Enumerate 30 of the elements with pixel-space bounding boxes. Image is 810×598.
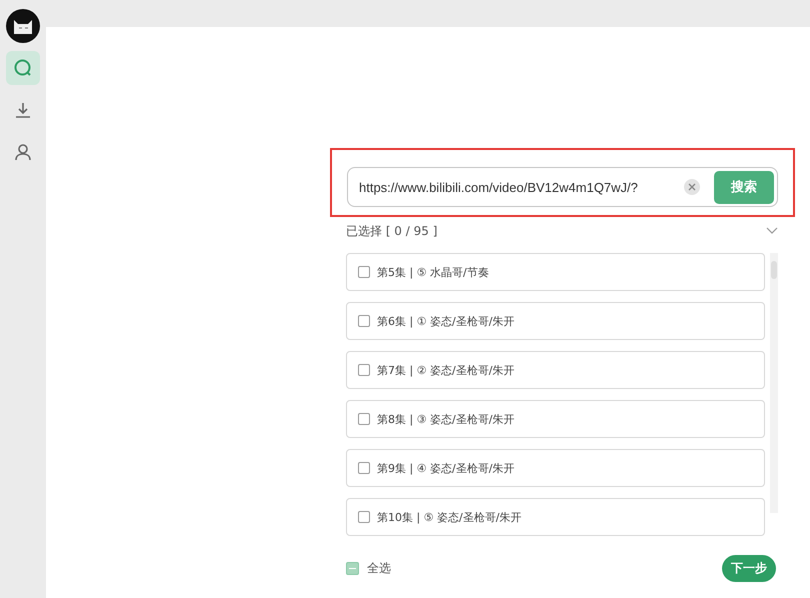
episode-item[interactable]: 第8集 | ③ 姿态/圣枪哥/朱开: [346, 400, 765, 438]
clear-icon[interactable]: [684, 179, 700, 195]
checkbox[interactable]: [358, 315, 370, 327]
episode-title: 第7集 | ② 姿态/圣枪哥/朱开: [377, 362, 514, 378]
episode-title: 第5集 | ⑤ 水晶哥/节奏: [377, 264, 489, 280]
url-field[interactable]: https://www.bilibili.com/video/BV12w4m1Q7wJ/? 搜索: [347, 167, 778, 207]
select-all-checkbox[interactable]: [346, 562, 359, 575]
checkbox[interactable]: [358, 413, 370, 425]
checkbox[interactable]: [358, 462, 370, 474]
user-icon: [14, 143, 32, 161]
checkbox[interactable]: [358, 511, 370, 523]
episode-title: 第9集 | ④ 姿态/圣枪哥/朱开: [377, 460, 514, 476]
checkbox[interactable]: [358, 364, 370, 376]
episode-item[interactable]: 第9集 | ④ 姿态/圣枪哥/朱开: [346, 449, 765, 487]
episode-item[interactable]: 第7集 | ② 姿态/圣枪哥/朱开: [346, 351, 765, 389]
chevron-icon[interactable]: [766, 227, 778, 235]
scrollbar-thumb[interactable]: [771, 261, 777, 279]
episode-item[interactable]: 第10集 | ⑤ 姿态/圣枪哥/朱开: [346, 498, 765, 536]
episode-title: 第8集 | ③ 姿态/圣枪哥/朱开: [377, 412, 514, 426]
download-icon: [14, 101, 32, 119]
search-icon: [13, 58, 33, 78]
episode-item[interactable]: 第5集 | ⑤ 水晶哥/节奏: [346, 253, 765, 291]
episode-title: 第10集 | ⑤ 姿态/圣枪哥/朱开: [377, 510, 522, 524]
sidebar-item[interactable]: [6, 51, 40, 85]
episode-title: 第6集 | ① 姿态/圣枪哥/朱开: [377, 314, 514, 328]
checkbox[interactable]: [358, 266, 370, 278]
selection-count: 已选择 [ 0 / 95 ]: [346, 222, 438, 240]
cat-logo-icon: [6, 9, 40, 43]
select-all-label: 全选: [367, 560, 391, 577]
episode-item[interactable]: 第6集 | ① 姿态/圣枪哥/朱开: [346, 302, 765, 340]
